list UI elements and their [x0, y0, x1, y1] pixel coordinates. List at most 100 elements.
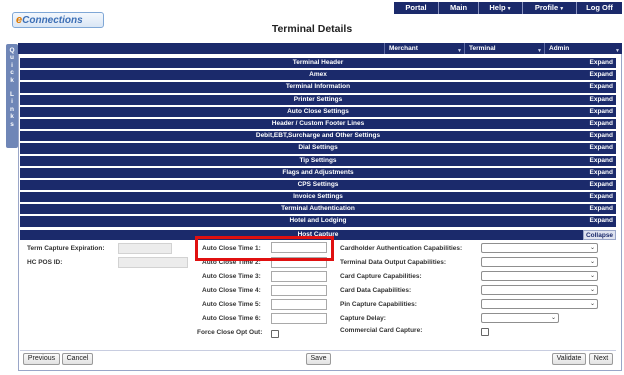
save-button[interactable]: Save — [306, 353, 331, 365]
chevron-down-icon: ⌄ — [589, 287, 595, 293]
expand-link[interactable]: Expand — [590, 107, 613, 117]
expand-link[interactable]: Expand — [590, 143, 613, 153]
expand-link[interactable]: Expand — [590, 204, 613, 214]
validate-button[interactable]: Validate — [552, 353, 586, 365]
auto-close-time-4-input[interactable] — [271, 285, 327, 296]
nav-logoff[interactable]: Log Off — [576, 2, 622, 14]
auto-close-time-4-label: Auto Close Time 4: — [202, 287, 261, 294]
previous-button[interactable]: Previous — [23, 353, 60, 365]
auto-close-time-6-input[interactable] — [271, 313, 327, 324]
section-list: Terminal Header Expand Amex Expand Termina… — [20, 58, 616, 229]
section-amex[interactable]: Amex Expand — [20, 70, 616, 81]
nav-profile-label: Profile — [534, 3, 559, 12]
hc-pos-id-field — [118, 257, 188, 268]
quick-links-letter: k — [10, 76, 14, 84]
cancel-button[interactable]: Cancel — [62, 353, 93, 365]
auto-close-time-6-label: Auto Close Time 6: — [202, 315, 261, 322]
card-capture-select[interactable]: ⌄ — [481, 271, 598, 281]
capture-delay-select[interactable]: ⌄ — [481, 313, 559, 323]
section-title: Terminal Authentication — [281, 205, 355, 213]
pin-capture-select[interactable]: ⌄ — [481, 299, 598, 309]
collapse-button[interactable]: Collapse — [583, 230, 616, 240]
cardholder-auth-label: Cardholder Authentication Capabilities: — [340, 245, 463, 252]
nav-main[interactable]: Main — [438, 2, 478, 14]
auto-close-time-3-input[interactable] — [271, 271, 327, 282]
quick-links-tab[interactable]: Q u i c k L i n k s — [6, 44, 18, 148]
hc-pos-id-label: HC POS ID: — [27, 259, 63, 266]
section-auto-close-settings[interactable]: Auto Close Settings Expand — [20, 106, 616, 117]
nav-profile[interactable]: Profile▼ — [522, 2, 576, 14]
chevron-down-icon: ⌄ — [589, 273, 595, 279]
section-hotel-lodging[interactable]: Hotel and Lodging Expand — [20, 216, 616, 227]
terminal-data-output-select[interactable]: ⌄ — [481, 257, 598, 267]
force-close-opt-out-checkbox[interactable] — [271, 330, 279, 338]
quick-links-letter: n — [10, 105, 14, 113]
nav-portal[interactable]: Portal — [394, 2, 438, 14]
expand-link[interactable]: Expand — [590, 168, 613, 178]
section-title: Auto Close Settings — [287, 107, 349, 115]
admin-dropdown-label: Admin — [549, 45, 570, 52]
section-terminal-authentication[interactable]: Terminal Authentication Expand — [20, 204, 616, 215]
section-tip-settings[interactable]: Tip Settings Expand — [20, 155, 616, 166]
section-title: Hotel and Lodging — [289, 217, 347, 225]
nav-help[interactable]: Help▼ — [478, 2, 522, 14]
section-printer-settings[interactable]: Printer Settings Expand — [20, 94, 616, 105]
expand-link[interactable]: Expand — [590, 119, 613, 129]
section-debit-ebt[interactable]: Debit,EBT,Surcharge and Other Settings Ex… — [20, 131, 616, 142]
section-header-footer-lines[interactable]: Header / Custom Footer Lines Expand — [20, 118, 616, 130]
section-title: Flags and Adjustments — [282, 168, 354, 176]
page-title: Terminal Details — [271, 23, 353, 35]
chevron-down-icon: ⌄ — [550, 315, 556, 321]
expand-link[interactable]: Expand — [590, 131, 613, 141]
terminal-dropdown[interactable]: Terminal ▼ — [464, 43, 544, 54]
commercial-card-capture-checkbox[interactable] — [481, 328, 489, 336]
next-button[interactable]: Next — [589, 353, 613, 365]
expand-link[interactable]: Expand — [590, 58, 613, 68]
card-data-label: Card Data Capabilities: — [340, 287, 412, 294]
section-title: Invoice Settings — [293, 193, 343, 201]
auto-close-time-3-label: Auto Close Time 3: — [202, 273, 261, 280]
card-data-select[interactable]: ⌄ — [481, 285, 598, 295]
chevron-down-icon: ▼ — [457, 48, 462, 54]
expand-link[interactable]: Expand — [590, 180, 613, 190]
expand-link[interactable]: Expand — [590, 82, 613, 92]
nav-main-label: Main — [449, 3, 468, 12]
section-title: Terminal Header — [292, 59, 344, 66]
merchant-dropdown-label: Merchant — [389, 45, 418, 52]
card-capture-label: Card Capture Capabilities: — [340, 273, 422, 280]
nav-help-label: Help — [489, 3, 506, 12]
section-invoice-settings[interactable]: Invoice Settings Expand — [20, 192, 616, 203]
highlight-box — [195, 236, 334, 261]
top-nav: Portal Main Help▼ Profile▼ Log Off — [394, 2, 622, 14]
quick-links-letter: k — [10, 113, 14, 121]
chevron-down-icon: ⌄ — [589, 259, 595, 265]
admin-dropdown[interactable]: Admin ▼ — [544, 43, 622, 54]
commercial-card-capture-label: Commercial Card Capture: — [340, 327, 423, 334]
quick-links-letter: u — [10, 54, 14, 62]
term-capture-expiration-field — [118, 243, 172, 254]
merchant-dropdown[interactable]: Merchant ▼ — [384, 43, 464, 54]
chevron-down-icon: ▼ — [506, 6, 512, 12]
section-terminal-header[interactable]: Terminal Header Expand — [20, 58, 616, 69]
expand-link[interactable]: Expand — [590, 216, 613, 226]
section-title: Terminal Information — [285, 83, 351, 91]
section-dial-settings[interactable]: Dial Settings Expand — [20, 143, 616, 154]
quick-links-letter: i — [11, 61, 13, 69]
chevron-down-icon: ▼ — [559, 6, 565, 12]
expand-link[interactable]: Expand — [590, 95, 613, 105]
section-title: Dial Settings — [298, 144, 338, 152]
cardholder-auth-select[interactable]: ⌄ — [481, 243, 598, 253]
section-title: Debit,EBT,Surcharge and Other Settings — [255, 132, 381, 140]
expand-link[interactable]: Expand — [590, 192, 613, 202]
section-terminal-information[interactable]: Terminal Information Expand — [20, 82, 616, 93]
section-title: Header / Custom Footer Lines — [271, 119, 365, 127]
section-title: Amex — [309, 71, 327, 79]
section-flags-adjustments[interactable]: Flags and Adjustments Expand — [20, 167, 616, 178]
expand-link[interactable]: Expand — [590, 70, 613, 80]
quick-links-letter: c — [10, 69, 14, 77]
expand-link[interactable]: Expand — [590, 156, 613, 166]
auto-close-time-5-label: Auto Close Time 5: — [202, 301, 261, 308]
term-capture-expiration-label: Term Capture Expiration: — [27, 245, 105, 252]
auto-close-time-5-input[interactable] — [271, 299, 327, 310]
section-cps-settings[interactable]: CPS Settings Expand — [20, 179, 616, 191]
